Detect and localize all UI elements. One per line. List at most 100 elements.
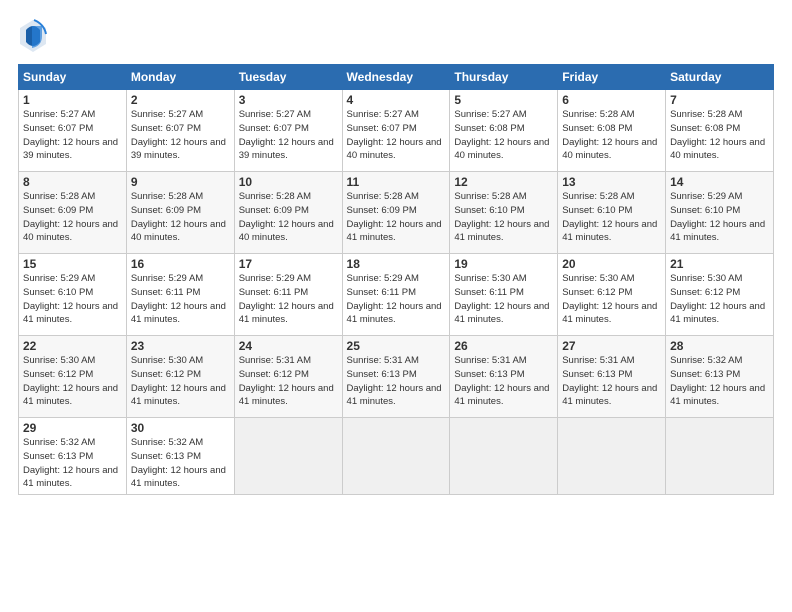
table-cell: 25 Sunrise: 5:31 AMSunset: 6:13 PMDaylig… <box>342 336 450 418</box>
col-sunday: Sunday <box>19 65 127 90</box>
table-cell: 1 Sunrise: 5:27 AMSunset: 6:07 PMDayligh… <box>19 90 127 172</box>
day-detail: Sunrise: 5:30 AMSunset: 6:12 PMDaylight:… <box>670 273 765 325</box>
day-detail: Sunrise: 5:30 AMSunset: 6:11 PMDaylight:… <box>454 273 549 325</box>
col-tuesday: Tuesday <box>234 65 342 90</box>
table-cell: 17 Sunrise: 5:29 AMSunset: 6:11 PMDaylig… <box>234 254 342 336</box>
table-cell: 22 Sunrise: 5:30 AMSunset: 6:12 PMDaylig… <box>19 336 127 418</box>
day-detail: Sunrise: 5:29 AMSunset: 6:10 PMDaylight:… <box>23 273 118 325</box>
table-cell: 2 Sunrise: 5:27 AMSunset: 6:07 PMDayligh… <box>126 90 234 172</box>
day-number: 26 <box>454 339 553 353</box>
table-cell: 4 Sunrise: 5:27 AMSunset: 6:07 PMDayligh… <box>342 90 450 172</box>
day-detail: Sunrise: 5:27 AMSunset: 6:07 PMDaylight:… <box>347 109 442 161</box>
day-detail: Sunrise: 5:27 AMSunset: 6:08 PMDaylight:… <box>454 109 549 161</box>
day-detail: Sunrise: 5:31 AMSunset: 6:13 PMDaylight:… <box>562 355 657 407</box>
day-number: 11 <box>347 175 446 189</box>
col-thursday: Thursday <box>450 65 558 90</box>
day-number: 14 <box>670 175 769 189</box>
day-number: 23 <box>131 339 230 353</box>
table-cell: 21 Sunrise: 5:30 AMSunset: 6:12 PMDaylig… <box>666 254 774 336</box>
col-saturday: Saturday <box>666 65 774 90</box>
table-cell: 16 Sunrise: 5:29 AMSunset: 6:11 PMDaylig… <box>126 254 234 336</box>
day-detail: Sunrise: 5:28 AMSunset: 6:10 PMDaylight:… <box>562 191 657 243</box>
table-cell: 10 Sunrise: 5:28 AMSunset: 6:09 PMDaylig… <box>234 172 342 254</box>
day-number: 16 <box>131 257 230 271</box>
table-cell <box>666 418 774 495</box>
header-row: Sunday Monday Tuesday Wednesday Thursday… <box>19 65 774 90</box>
day-number: 25 <box>347 339 446 353</box>
day-number: 21 <box>670 257 769 271</box>
day-number: 15 <box>23 257 122 271</box>
day-detail: Sunrise: 5:29 AMSunset: 6:10 PMDaylight:… <box>670 191 765 243</box>
table-cell: 14 Sunrise: 5:29 AMSunset: 6:10 PMDaylig… <box>666 172 774 254</box>
day-number: 6 <box>562 93 661 107</box>
day-number: 8 <box>23 175 122 189</box>
day-detail: Sunrise: 5:28 AMSunset: 6:08 PMDaylight:… <box>562 109 657 161</box>
table-cell: 6 Sunrise: 5:28 AMSunset: 6:08 PMDayligh… <box>558 90 666 172</box>
table-cell: 23 Sunrise: 5:30 AMSunset: 6:12 PMDaylig… <box>126 336 234 418</box>
table-cell: 9 Sunrise: 5:28 AMSunset: 6:09 PMDayligh… <box>126 172 234 254</box>
day-detail: Sunrise: 5:28 AMSunset: 6:08 PMDaylight:… <box>670 109 765 161</box>
table-cell: 18 Sunrise: 5:29 AMSunset: 6:11 PMDaylig… <box>342 254 450 336</box>
table-cell: 24 Sunrise: 5:31 AMSunset: 6:12 PMDaylig… <box>234 336 342 418</box>
table-cell: 7 Sunrise: 5:28 AMSunset: 6:08 PMDayligh… <box>666 90 774 172</box>
day-number: 9 <box>131 175 230 189</box>
day-number: 20 <box>562 257 661 271</box>
day-detail: Sunrise: 5:32 AMSunset: 6:13 PMDaylight:… <box>670 355 765 407</box>
day-detail: Sunrise: 5:28 AMSunset: 6:09 PMDaylight:… <box>23 191 118 243</box>
table-cell: 30 Sunrise: 5:32 AMSunset: 6:13 PMDaylig… <box>126 418 234 495</box>
table-cell: 26 Sunrise: 5:31 AMSunset: 6:13 PMDaylig… <box>450 336 558 418</box>
day-detail: Sunrise: 5:32 AMSunset: 6:13 PMDaylight:… <box>23 437 118 489</box>
day-detail: Sunrise: 5:28 AMSunset: 6:10 PMDaylight:… <box>454 191 549 243</box>
day-number: 1 <box>23 93 122 107</box>
day-detail: Sunrise: 5:28 AMSunset: 6:09 PMDaylight:… <box>239 191 334 243</box>
table-cell: 8 Sunrise: 5:28 AMSunset: 6:09 PMDayligh… <box>19 172 127 254</box>
table-cell: 11 Sunrise: 5:28 AMSunset: 6:09 PMDaylig… <box>342 172 450 254</box>
day-number: 17 <box>239 257 338 271</box>
table-cell: 19 Sunrise: 5:30 AMSunset: 6:11 PMDaylig… <box>450 254 558 336</box>
day-detail: Sunrise: 5:27 AMSunset: 6:07 PMDaylight:… <box>131 109 226 161</box>
table-cell: 20 Sunrise: 5:30 AMSunset: 6:12 PMDaylig… <box>558 254 666 336</box>
day-detail: Sunrise: 5:31 AMSunset: 6:13 PMDaylight:… <box>347 355 442 407</box>
table-cell <box>342 418 450 495</box>
table-cell: 5 Sunrise: 5:27 AMSunset: 6:08 PMDayligh… <box>450 90 558 172</box>
day-detail: Sunrise: 5:27 AMSunset: 6:07 PMDaylight:… <box>23 109 118 161</box>
day-detail: Sunrise: 5:31 AMSunset: 6:12 PMDaylight:… <box>239 355 334 407</box>
logo <box>18 18 50 54</box>
day-number: 4 <box>347 93 446 107</box>
day-detail: Sunrise: 5:28 AMSunset: 6:09 PMDaylight:… <box>347 191 442 243</box>
day-number: 30 <box>131 421 230 435</box>
table-cell: 27 Sunrise: 5:31 AMSunset: 6:13 PMDaylig… <box>558 336 666 418</box>
col-friday: Friday <box>558 65 666 90</box>
day-number: 3 <box>239 93 338 107</box>
day-detail: Sunrise: 5:32 AMSunset: 6:13 PMDaylight:… <box>131 437 226 489</box>
col-wednesday: Wednesday <box>342 65 450 90</box>
day-detail: Sunrise: 5:31 AMSunset: 6:13 PMDaylight:… <box>454 355 549 407</box>
day-detail: Sunrise: 5:29 AMSunset: 6:11 PMDaylight:… <box>131 273 226 325</box>
day-number: 12 <box>454 175 553 189</box>
day-number: 29 <box>23 421 122 435</box>
calendar-table: Sunday Monday Tuesday Wednesday Thursday… <box>18 64 774 495</box>
table-cell: 13 Sunrise: 5:28 AMSunset: 6:10 PMDaylig… <box>558 172 666 254</box>
day-number: 10 <box>239 175 338 189</box>
table-cell: 29 Sunrise: 5:32 AMSunset: 6:13 PMDaylig… <box>19 418 127 495</box>
day-detail: Sunrise: 5:30 AMSunset: 6:12 PMDaylight:… <box>131 355 226 407</box>
day-number: 7 <box>670 93 769 107</box>
day-detail: Sunrise: 5:29 AMSunset: 6:11 PMDaylight:… <box>347 273 442 325</box>
day-number: 28 <box>670 339 769 353</box>
table-cell <box>234 418 342 495</box>
day-number: 27 <box>562 339 661 353</box>
day-number: 18 <box>347 257 446 271</box>
page: Sunday Monday Tuesday Wednesday Thursday… <box>0 0 792 612</box>
day-detail: Sunrise: 5:28 AMSunset: 6:09 PMDaylight:… <box>131 191 226 243</box>
day-number: 13 <box>562 175 661 189</box>
day-number: 22 <box>23 339 122 353</box>
table-cell: 12 Sunrise: 5:28 AMSunset: 6:10 PMDaylig… <box>450 172 558 254</box>
col-monday: Monday <box>126 65 234 90</box>
header <box>18 18 774 54</box>
day-number: 19 <box>454 257 553 271</box>
logo-icon <box>18 18 48 54</box>
table-cell: 28 Sunrise: 5:32 AMSunset: 6:13 PMDaylig… <box>666 336 774 418</box>
day-number: 5 <box>454 93 553 107</box>
table-cell <box>558 418 666 495</box>
table-cell <box>450 418 558 495</box>
